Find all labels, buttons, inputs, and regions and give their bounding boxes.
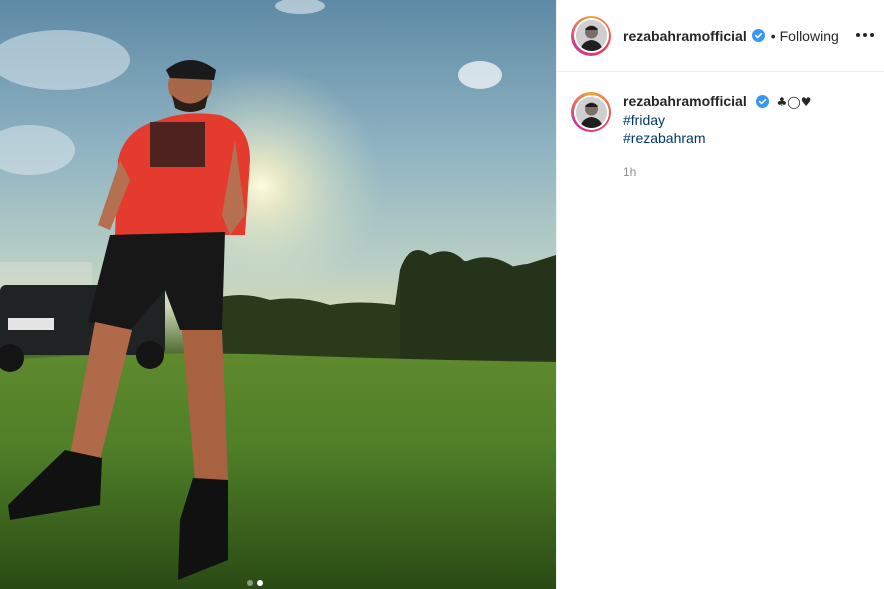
post-media[interactable] bbox=[0, 0, 556, 589]
avatar-photo bbox=[575, 20, 607, 51]
post-timestamp: 1h bbox=[623, 165, 637, 179]
carousel-dot[interactable] bbox=[247, 580, 253, 586]
hashtag-link[interactable]: #rezabahram bbox=[623, 129, 811, 147]
post-caption: rezabahramofficial ♣◯♥ #friday #rezabahr… bbox=[571, 92, 870, 147]
post-details-panel: rezabahramofficial • Following rezabahra… bbox=[556, 0, 884, 589]
carousel-dot-active[interactable] bbox=[257, 580, 263, 586]
caption-avatar[interactable] bbox=[571, 92, 611, 132]
more-options-icon[interactable] bbox=[856, 26, 874, 44]
avatar-photo bbox=[575, 96, 607, 128]
header-username[interactable]: rezabahramofficial bbox=[623, 28, 747, 44]
caption-username[interactable]: rezabahramofficial bbox=[623, 93, 747, 109]
verified-badge-icon bbox=[755, 95, 769, 108]
verified-badge-icon bbox=[751, 29, 765, 42]
carousel-indicator bbox=[247, 580, 263, 586]
header-separator: • bbox=[770, 27, 776, 44]
avatar[interactable] bbox=[571, 15, 611, 56]
hashtag-link[interactable]: #friday bbox=[623, 111, 811, 129]
post-header: rezabahramofficial • Following bbox=[557, 0, 884, 72]
following-button[interactable]: Following bbox=[780, 28, 839, 44]
caption-emoji: ♣◯♥ bbox=[776, 95, 812, 109]
post-photo bbox=[0, 0, 556, 589]
